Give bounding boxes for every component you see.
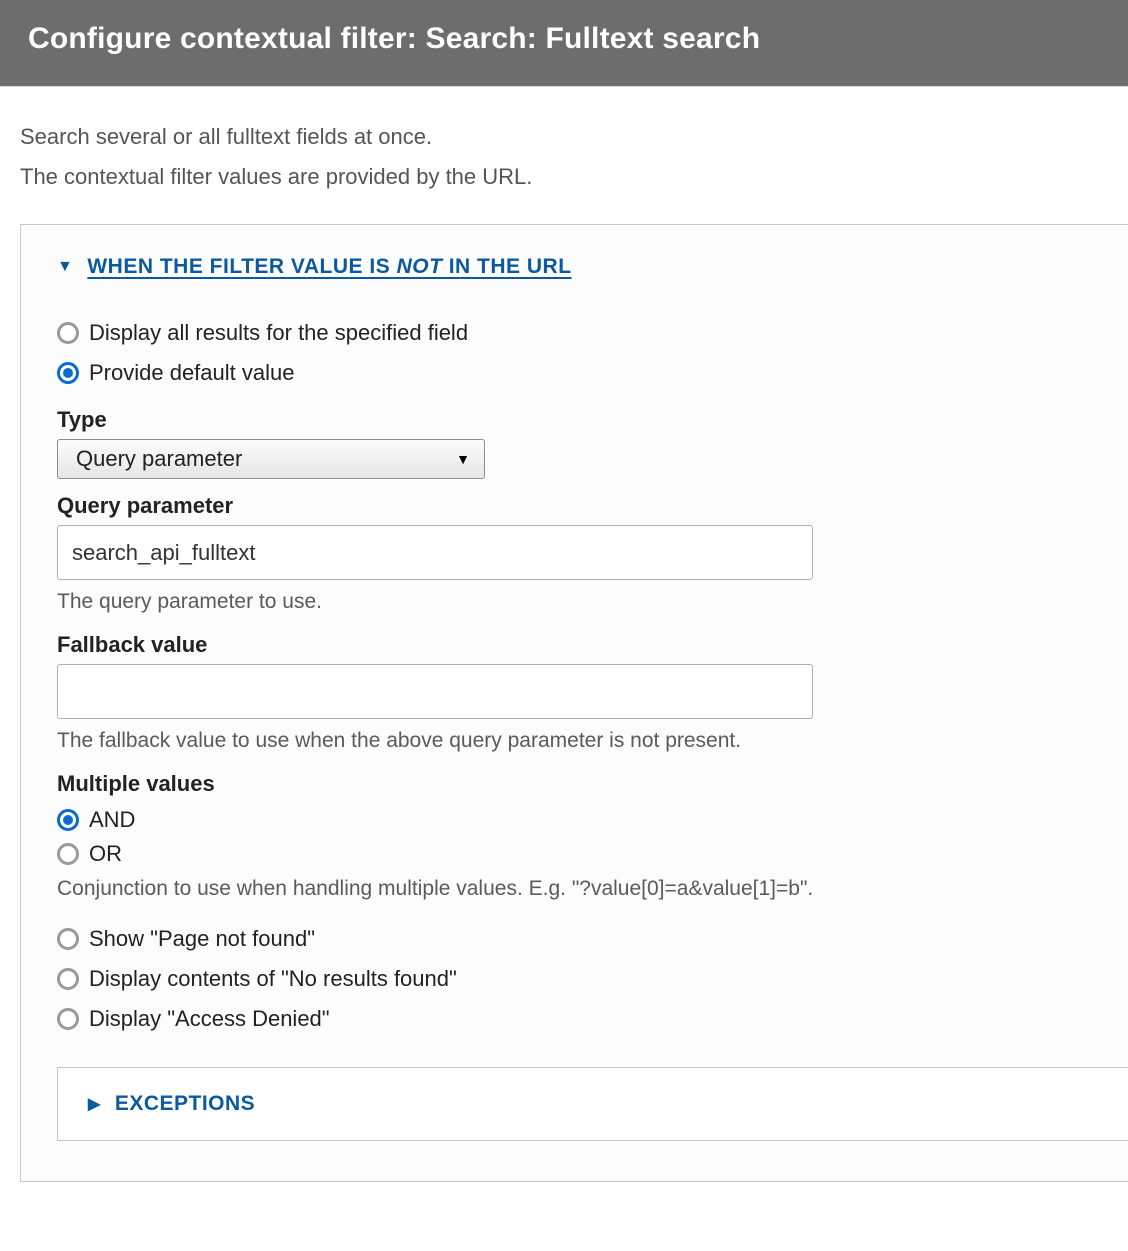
radio-label: Display contents of "No results found" — [89, 966, 457, 992]
radio-page-not-found[interactable]: Show "Page not found" — [57, 919, 1128, 959]
radio-icon — [57, 1008, 79, 1030]
exceptions-toggle[interactable]: ▶ EXCEPTIONS — [88, 1092, 1128, 1116]
section-title: WHEN THE FILTER VALUE IS NOT IN THE URL — [87, 255, 571, 279]
radio-icon — [57, 809, 79, 831]
triangle-down-icon: ▼ — [57, 258, 73, 276]
radio-provide-default[interactable]: Provide default value — [57, 353, 1128, 393]
behavior-radio-group: Display all results for the specified fi… — [57, 313, 1128, 393]
default-value-config: Type Query parameter ▼ Query parameter T… — [57, 407, 1128, 901]
radio-label: AND — [89, 807, 135, 833]
dialog-content: Search several or all fulltext fields at… — [0, 87, 1128, 1182]
section-when-not-in-url-toggle[interactable]: ▼ WHEN THE FILTER VALUE IS NOT IN THE UR… — [57, 255, 1128, 279]
radio-no-results[interactable]: Display contents of "No results found" — [57, 959, 1128, 999]
radio-icon — [57, 362, 79, 384]
dialog-header: Configure contextual filter: Search: Ful… — [0, 0, 1128, 87]
intro-line-2: The contextual filter values are provide… — [20, 157, 1128, 197]
multiple-values-help: Conjunction to use when handling multipl… — [57, 877, 1128, 901]
type-select-value: Query parameter — [76, 446, 242, 472]
radio-and[interactable]: AND — [57, 803, 1128, 837]
fallback-help: The fallback value to use when the above… — [57, 729, 1128, 753]
type-select[interactable]: Query parameter ▼ — [57, 439, 485, 479]
radio-label: Display all results for the specified fi… — [89, 320, 468, 346]
type-label: Type — [57, 407, 1128, 433]
radio-or[interactable]: OR — [57, 837, 1128, 871]
query-parameter-input[interactable] — [57, 525, 813, 580]
fallback-input[interactable] — [57, 664, 813, 719]
radio-display-all[interactable]: Display all results for the specified fi… — [57, 313, 1128, 353]
exceptions-title: EXCEPTIONS — [115, 1092, 255, 1116]
intro-text: Search several or all fulltext fields at… — [20, 117, 1128, 196]
radio-icon — [57, 968, 79, 990]
intro-line-1: Search several or all fulltext fields at… — [20, 117, 1128, 157]
radio-icon — [57, 928, 79, 950]
radio-icon — [57, 843, 79, 865]
filter-panel: ▼ WHEN THE FILTER VALUE IS NOT IN THE UR… — [20, 224, 1128, 1182]
multiple-values-label: Multiple values — [57, 771, 1128, 797]
dialog-title: Configure contextual filter: Search: Ful… — [28, 22, 1100, 56]
radio-label: Display "Access Denied" — [89, 1006, 330, 1032]
radio-access-denied[interactable]: Display "Access Denied" — [57, 999, 1128, 1039]
exceptions-panel: ▶ EXCEPTIONS — [57, 1067, 1128, 1141]
behavior-radio-group-continued: Show "Page not found" Display contents o… — [57, 919, 1128, 1039]
query-parameter-help: The query parameter to use. — [57, 590, 1128, 614]
triangle-right-icon: ▶ — [88, 1094, 101, 1114]
fallback-label: Fallback value — [57, 632, 1128, 658]
radio-icon — [57, 322, 79, 344]
radio-label: OR — [89, 841, 122, 867]
radio-label: Show "Page not found" — [89, 926, 315, 952]
radio-label: Provide default value — [89, 360, 294, 386]
chevron-down-icon: ▼ — [456, 451, 470, 467]
query-parameter-label: Query parameter — [57, 493, 1128, 519]
